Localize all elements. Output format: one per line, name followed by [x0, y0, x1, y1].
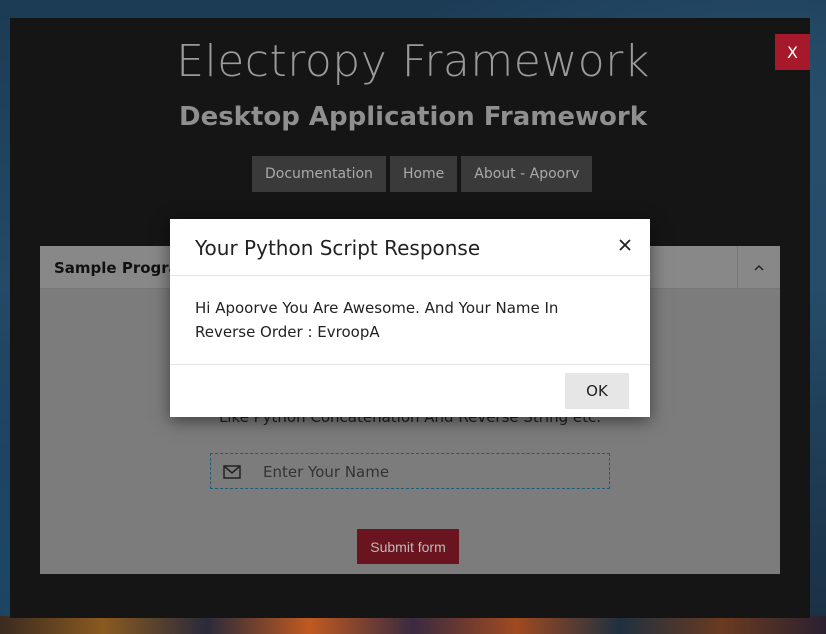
modal-title: Your Python Script Response: [195, 236, 481, 260]
app-title: Electropy Framework: [176, 36, 650, 87]
nav-bar: Documentation Home About - Apoorv: [252, 156, 593, 192]
name-input[interactable]: [261, 454, 605, 490]
app-subtitle: Desktop Application Framework: [178, 102, 647, 132]
name-field: [210, 453, 610, 490]
ok-button[interactable]: OK: [565, 373, 629, 409]
modal-message: Hi Apoorve You Are Awesome. And Your Nam…: [195, 299, 559, 341]
modal-header: Your Python Script Response: [170, 219, 650, 276]
chevron-up-icon[interactable]: [737, 246, 780, 288]
desktop-wallpaper: [0, 616, 826, 634]
response-modal: Your Python Script Response Hi Apoorve Y…: [170, 219, 650, 417]
close-icon[interactable]: [619, 232, 631, 256]
envelope-icon: [223, 464, 241, 483]
nav-home-button[interactable]: Home: [389, 156, 458, 192]
nav-documentation-button[interactable]: Documentation: [252, 156, 386, 192]
nav-about-button[interactable]: About - Apoorv: [461, 156, 593, 192]
modal-footer: OK: [170, 364, 650, 418]
submit-form-button[interactable]: Submit form: [357, 529, 459, 564]
